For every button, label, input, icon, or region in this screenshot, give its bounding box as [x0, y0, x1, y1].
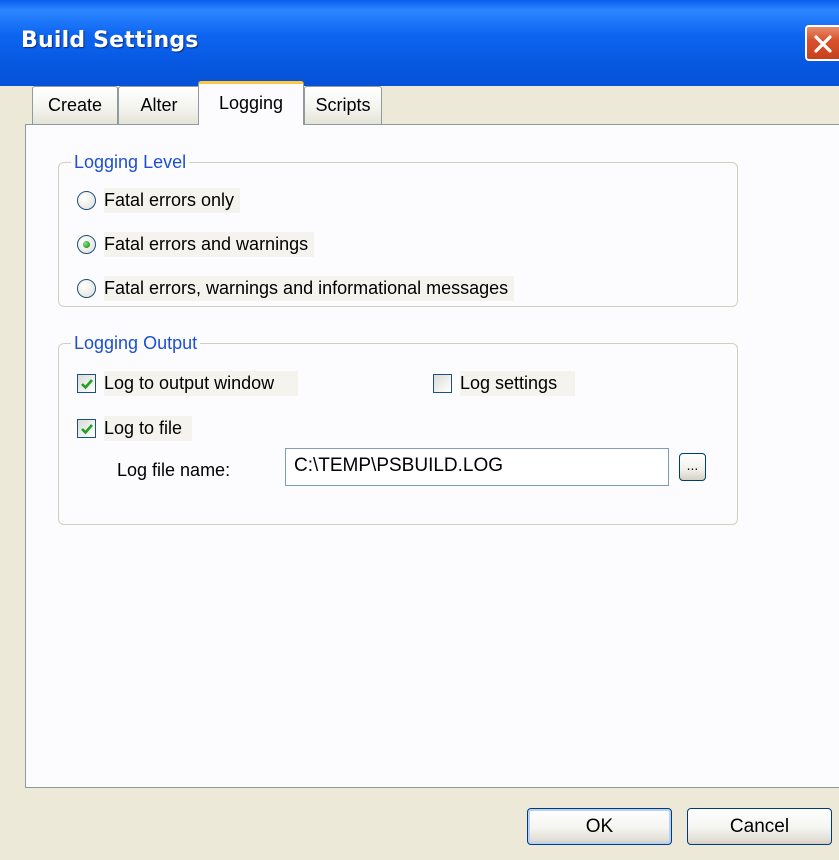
- radio-label: Fatal errors only: [104, 187, 241, 213]
- logging-output-legend: Logging Output: [71, 332, 201, 354]
- close-button[interactable]: [805, 25, 839, 61]
- log-file-name-input[interactable]: C:\TEMP\PSBUILD.LOG: [285, 448, 669, 486]
- logging-output-group: Logging Output Log to output window Log …: [58, 332, 738, 525]
- tab-alter-label: Alter: [140, 95, 178, 115]
- tab-alter[interactable]: Alter: [118, 86, 200, 124]
- tab-scripts[interactable]: Scripts: [304, 86, 382, 124]
- checkbox[interactable]: [77, 418, 96, 438]
- checkmark-icon: [81, 423, 93, 434]
- log-file-name-label: Log file name:: [117, 460, 231, 480]
- checkmark-icon: [81, 378, 93, 389]
- tab-logging-label: Logging: [218, 93, 284, 113]
- cancel-button[interactable]: Cancel: [687, 808, 832, 845]
- radio-button-selected[interactable]: [77, 234, 96, 254]
- checkbox-label: Log to output window: [104, 370, 299, 396]
- browse-button[interactable]: ...: [679, 453, 706, 481]
- checkbox-label: Log settings: [460, 370, 576, 396]
- radio-button[interactable]: [77, 190, 96, 210]
- radio-fatal-errors-and-warnings[interactable]: Fatal errors and warnings: [77, 229, 315, 259]
- radio-fatal-errors-only[interactable]: Fatal errors only: [77, 185, 241, 215]
- close-x-icon: [814, 35, 832, 53]
- title-bar[interactable]: Build Settings: [0, 0, 839, 86]
- radio-button[interactable]: [77, 278, 96, 298]
- tab-scripts-label: Scripts: [315, 95, 371, 115]
- logging-level-group: Logging Level Fatal errors only Fatal er…: [58, 151, 738, 307]
- build-settings-dialog: Build Settings Create Alter Logging Scri…: [0, 0, 839, 860]
- tab-create-label: Create: [47, 95, 103, 115]
- window-title: Build Settings: [21, 28, 199, 53]
- checkbox[interactable]: [77, 373, 96, 393]
- checkbox-log-to-file[interactable]: Log to file: [77, 413, 193, 443]
- radio-label: Fatal errors, warnings and informational…: [104, 275, 515, 301]
- checkbox-log-settings[interactable]: Log settings: [433, 368, 576, 398]
- logging-tab-panel: Logging Level Fatal errors only Fatal er…: [25, 124, 839, 788]
- tab-create[interactable]: Create: [32, 86, 118, 124]
- tab-logging[interactable]: Logging: [198, 81, 304, 125]
- ok-button[interactable]: OK: [527, 808, 672, 845]
- checkbox[interactable]: [433, 373, 452, 393]
- checkbox-log-to-output-window[interactable]: Log to output window: [77, 368, 299, 398]
- radio-fatal-errors-warnings-info[interactable]: Fatal errors, warnings and informational…: [77, 273, 515, 303]
- checkbox-label: Log to file: [104, 415, 193, 441]
- logging-level-legend: Logging Level: [71, 151, 190, 173]
- dialog-body: Create Alter Logging Scripts Logging Lev…: [8, 81, 839, 860]
- radio-label: Fatal errors and warnings: [104, 231, 315, 257]
